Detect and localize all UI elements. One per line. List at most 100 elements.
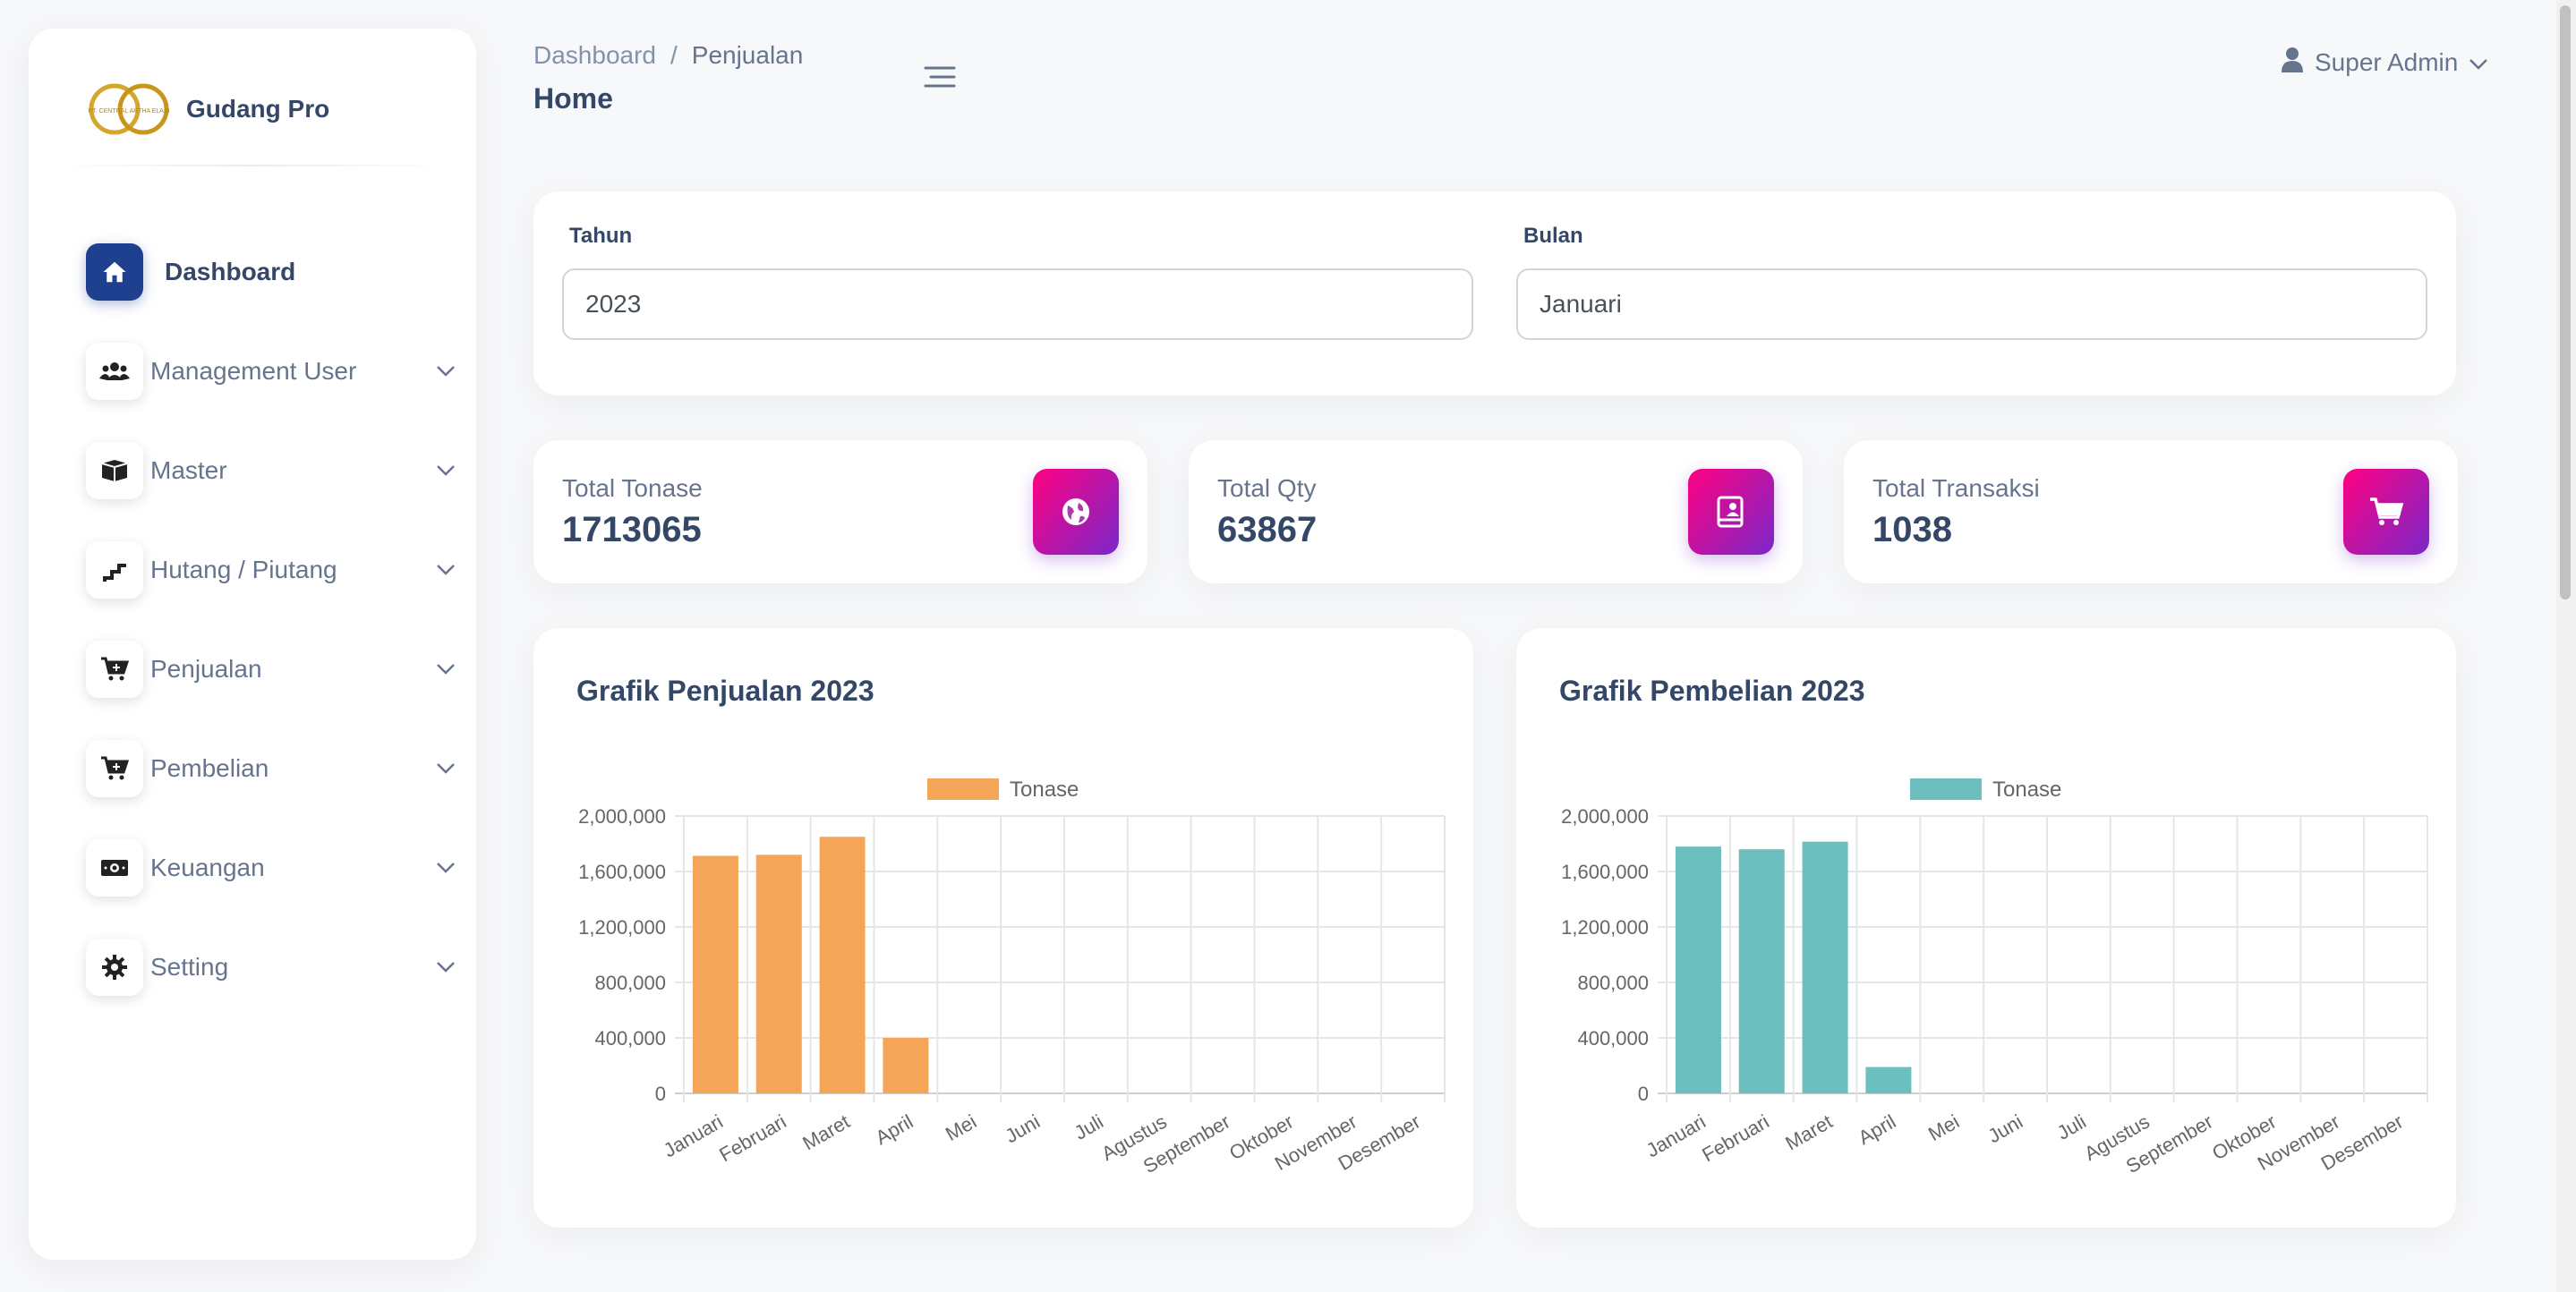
chevron-down-icon[interactable]	[430, 653, 462, 685]
x-tick-label: Maret	[798, 1110, 853, 1155]
bar	[1865, 1067, 1912, 1093]
brand-logo: PT. CENTRAL ARTHA ELASI	[84, 81, 174, 138]
x-tick-label: April	[872, 1110, 917, 1150]
chart-card-pembelian: Grafik Pembelian 2023 0 400,000 800,000 1,2…	[1516, 628, 2456, 1228]
y-tick-label: 400,000	[1577, 1027, 1649, 1050]
report-icon	[1688, 469, 1774, 555]
y-tick-label: 2,000,000	[1561, 805, 1649, 828]
y-tick-label: 0	[655, 1083, 666, 1105]
sidebar-item-management-user[interactable]: Management User	[86, 321, 462, 421]
breadcrumb-separator: /	[670, 41, 678, 69]
chevron-down-icon[interactable]	[430, 951, 462, 983]
stairs-icon	[86, 540, 143, 599]
y-tick-label: 1,600,000	[578, 861, 666, 883]
month-input[interactable]	[1516, 268, 2427, 340]
breadcrumb-current: Penjualan	[691, 41, 804, 69]
bar	[883, 1038, 929, 1093]
hamburger-menu-icon[interactable]	[922, 61, 958, 93]
brand-name: Gudang Pro	[186, 95, 330, 123]
cart-plus-icon	[86, 739, 143, 797]
chevron-down-icon[interactable]	[430, 355, 462, 387]
bar	[755, 854, 802, 1093]
stat-label: Total Tonase	[562, 474, 703, 502]
legend-label: Tonase	[1010, 778, 1079, 802]
y-tick-label: 1,200,000	[1561, 916, 1649, 939]
bar	[692, 855, 738, 1093]
chevron-down-icon[interactable]	[430, 852, 462, 884]
sidebar-item-hutang-piutang[interactable]: Hutang / Piutang	[86, 520, 462, 619]
stat-label: Total Transaksi	[1872, 474, 2040, 502]
chart-pembelian: 0 400,000 800,000 1,200,000 1,600,000 2,000,0…	[1561, 778, 2428, 1177]
bar	[1675, 846, 1721, 1093]
x-tick-label: Mei	[942, 1110, 980, 1145]
chart-penjualan: 0 400,000 800,000 1,200,000 1,600,000 2,000,0…	[578, 778, 1446, 1177]
sidebar-item-label: Dashboard	[165, 257, 296, 285]
scrollbar-track[interactable]	[2556, 0, 2576, 1292]
x-tick-label: Maret	[1781, 1110, 1836, 1155]
stat-value: 1713065	[562, 510, 702, 549]
y-tick-label: 800,000	[1577, 972, 1649, 994]
brand[interactable]: PT. CENTRAL ARTHA ELASI Gudang Pro	[84, 66, 329, 152]
user-menu[interactable]: Super Admin	[2281, 45, 2488, 81]
bar	[1802, 841, 1848, 1093]
stat-card-transaksi: Total Transaksi 1038	[1844, 440, 2458, 583]
sidebar-nav: Dashboard Management User Master Hutang …	[86, 222, 462, 1016]
page-title: Home	[533, 82, 613, 115]
x-tick-label: Februari	[1698, 1110, 1772, 1167]
y-tick-label: 1,200,000	[578, 916, 666, 939]
box-icon	[86, 441, 143, 499]
sidebar-item-label: Management User	[150, 356, 357, 385]
chevron-down-icon[interactable]	[430, 554, 462, 586]
legend-label: Tonase	[1992, 778, 2061, 802]
scrollbar-thumb[interactable]	[2560, 5, 2571, 599]
y-tick-label: 1,600,000	[1561, 861, 1649, 883]
x-tick-label: Juli	[2053, 1110, 2090, 1144]
bar	[819, 837, 866, 1093]
users-icon	[86, 342, 143, 400]
stat-card-qty: Total Qty 63867	[1189, 440, 1803, 583]
sidebar-item-label: Hutang / Piutang	[150, 555, 337, 583]
sidebar-item-pembelian[interactable]: Pembelian	[86, 718, 462, 818]
chevron-down-icon[interactable]	[430, 752, 462, 785]
globe-icon	[1033, 469, 1119, 555]
sidebar-item-dashboard[interactable]: Dashboard	[86, 222, 462, 321]
sidebar-item-master[interactable]: Master	[86, 421, 462, 520]
year-label: Tahun	[569, 224, 633, 248]
home-icon	[86, 242, 143, 301]
y-tick-label: 400,000	[594, 1027, 666, 1050]
legend-swatch	[1910, 778, 1982, 800]
sidebar-item-setting[interactable]: Setting	[86, 917, 462, 1016]
cart-plus-icon	[86, 640, 143, 698]
sidebar-item-label: Master	[150, 455, 227, 484]
gear-icon	[86, 938, 143, 996]
user-name: Super Admin	[2315, 48, 2459, 76]
x-tick-label: Mei	[1924, 1110, 1963, 1145]
sidebar-item-keuangan[interactable]: Keuangan	[86, 818, 462, 917]
sidebar-item-label: Keuangan	[150, 853, 265, 881]
breadcrumb-dashboard[interactable]: Dashboard	[533, 41, 656, 70]
sidebar-item-label: Penjualan	[150, 654, 262, 683]
y-tick-label: 800,000	[594, 972, 666, 994]
x-tick-label: Juni	[1002, 1110, 1044, 1148]
chevron-down-icon	[2469, 48, 2488, 77]
month-label: Bulan	[1523, 224, 1583, 248]
stat-label: Total Qty	[1217, 474, 1317, 502]
bar	[1738, 849, 1785, 1093]
breadcrumb: Dashboard / Penjualan	[533, 41, 803, 70]
y-tick-label: 0	[1638, 1083, 1649, 1105]
chevron-down-icon[interactable]	[430, 455, 462, 487]
sidebar-item-label: Setting	[150, 952, 229, 981]
brand-divider	[55, 165, 449, 166]
x-tick-label: Juli	[1070, 1110, 1107, 1144]
x-tick-label: Januari	[1642, 1110, 1710, 1162]
logo-text: PT. CENTRAL ARTHA ELASI	[88, 108, 169, 115]
x-tick-label: Januari	[660, 1110, 727, 1162]
sidebar-item-penjualan[interactable]: Penjualan	[86, 619, 462, 718]
year-input[interactable]	[562, 268, 1473, 340]
user-icon	[2281, 47, 2304, 80]
x-tick-label: April	[1855, 1110, 1900, 1150]
y-tick-label: 2,000,000	[578, 805, 666, 828]
x-tick-label: Juni	[1984, 1110, 2026, 1148]
chart-card-penjualan: Grafik Penjualan 2023 0 400,000 800,000 1,2…	[533, 628, 1473, 1228]
money-icon	[86, 838, 143, 897]
